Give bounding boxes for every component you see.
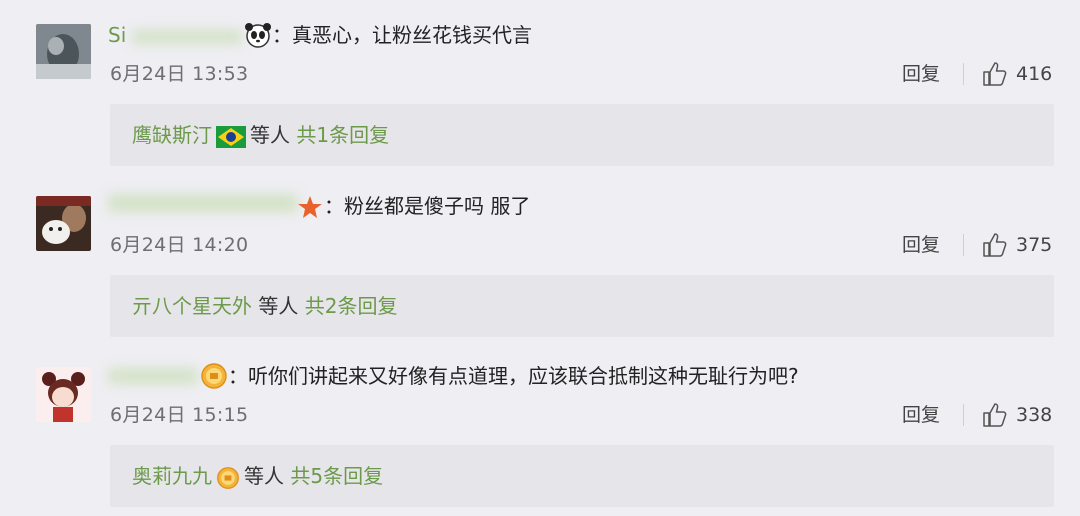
username[interactable] <box>108 186 298 216</box>
reply-button[interactable]: 回复 <box>902 232 940 258</box>
reply-count-link[interactable]: 共5条回复 <box>290 464 383 488</box>
reply-summary-line: 奥莉九九 等人 共5条回复 <box>132 461 383 491</box>
reply-button[interactable]: 回复 <box>902 61 940 87</box>
like-count: 375 <box>1016 234 1053 256</box>
brazil-flag-icon <box>216 125 246 148</box>
avatar[interactable] <box>36 196 91 251</box>
reply-count-link[interactable]: 共1条回复 <box>296 123 389 147</box>
reply-user-name[interactable]: 亓八个星天外 <box>132 294 252 318</box>
username[interactable] <box>108 359 198 389</box>
panda-icon <box>245 23 271 48</box>
reply-summary-line: 亓八个星天外 等人 共2条回复 <box>132 291 397 321</box>
comment-text: ：粉丝都是傻子吗 服了 <box>324 194 531 218</box>
like-count: 338 <box>1016 404 1053 426</box>
avatar-image <box>36 196 91 251</box>
username[interactable]: Si <box>108 20 243 50</box>
reply-suffix: 等人 <box>250 123 290 147</box>
comment-time: 6月24日 13:53 <box>110 63 249 85</box>
gold-medal-icon <box>217 466 239 489</box>
gold-medal-icon <box>201 363 227 389</box>
reply-user-name[interactable]: 鹰缺斯汀 <box>132 123 212 147</box>
reply-user-name[interactable]: 奥莉九九 <box>132 464 212 488</box>
like-count: 416 <box>1016 63 1053 85</box>
comment-time: 6月24日 14:20 <box>110 234 249 256</box>
comment-text: ：听你们讲起来又好像有点道理，应该联合抵制这种无耻行为吧? <box>228 364 799 388</box>
comment-time: 6月24日 15:15 <box>110 404 249 426</box>
divider <box>963 234 964 256</box>
reply-summary[interactable]: 鹰缺斯汀 等人 共1条回复 <box>110 104 1054 166</box>
reply-summary[interactable]: 亓八个星天外 等人 共2条回复 <box>110 275 1054 337</box>
thumbs-up-icon[interactable] <box>982 402 1008 428</box>
blurred-username <box>108 367 198 384</box>
star-badge-icon <box>298 196 322 218</box>
reply-count-link[interactable]: 共2条回复 <box>305 294 398 318</box>
comment-list: Si ：真恶心，让粉丝花钱买代言 6月24日 13:53 回复 416 鹰缺斯汀… <box>0 0 1080 516</box>
reply-suffix: 等人 <box>244 464 284 488</box>
reply-summary[interactable]: 奥莉九九 等人 共5条回复 <box>110 445 1054 507</box>
reply-summary-line: 鹰缺斯汀 等人 共1条回复 <box>132 120 389 150</box>
divider <box>963 63 964 85</box>
blurred-username <box>108 193 298 212</box>
blurred-username <box>132 29 243 44</box>
avatar[interactable] <box>36 24 91 79</box>
reply-button[interactable]: 回复 <box>902 402 940 428</box>
reply-suffix: 等人 <box>258 294 299 318</box>
divider <box>963 404 964 426</box>
thumbs-up-icon[interactable] <box>982 232 1008 258</box>
avatar-image <box>36 367 91 422</box>
avatar-image <box>36 24 91 79</box>
thumbs-up-icon[interactable] <box>982 61 1008 87</box>
avatar[interactable] <box>36 367 91 422</box>
comment-text: ：真恶心，让粉丝花钱买代言 <box>272 23 532 47</box>
